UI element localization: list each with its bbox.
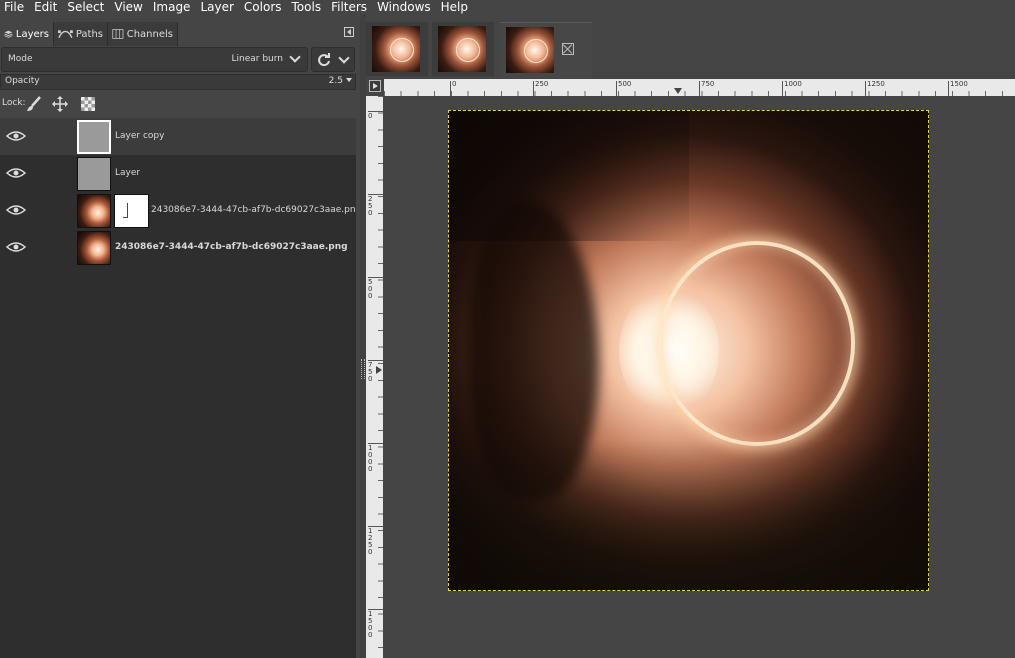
layer-row-layer-copy[interactable]: Layer copy xyxy=(0,118,356,155)
tab-layers-label: Layers xyxy=(15,28,49,40)
ruler-major-tick xyxy=(533,81,534,96)
image-tab-3-active[interactable] xyxy=(500,22,592,78)
lock-position-move-icon[interactable] xyxy=(52,96,68,112)
lock-alpha-checker-icon[interactable] xyxy=(80,96,96,112)
layer-name[interactable]: Layer copy xyxy=(115,131,164,141)
opacity-value[interactable]: 2.5 xyxy=(329,76,343,86)
eye-icon[interactable] xyxy=(6,167,26,179)
ruler-label: 1250 xyxy=(368,527,373,556)
image-tab-2[interactable] xyxy=(432,22,494,76)
spin-down-icon[interactable] xyxy=(346,78,352,82)
opacity-label: Opacity xyxy=(5,76,40,86)
ruler-label: 750 xyxy=(701,80,715,88)
image-tab-thumbnail xyxy=(438,26,486,72)
mode-value: Linear burn xyxy=(231,54,284,64)
splitter-grip-icon[interactable] xyxy=(361,359,365,379)
ruler-label: 500 xyxy=(368,278,373,300)
dock-tabs: Layers Paths Channels xyxy=(0,22,360,46)
image-vignette xyxy=(449,111,928,590)
layer-name[interactable]: 243086e7-3444-47cb-af7b-dc69027c3aae.png xyxy=(115,242,348,252)
eye-icon[interactable] xyxy=(6,241,26,253)
menu-help[interactable]: Help xyxy=(436,0,473,14)
chevron-down-icon xyxy=(289,51,301,63)
menu-layer[interactable]: Layer xyxy=(195,0,238,14)
tab-channels-label: Channels xyxy=(126,28,173,40)
mode-switch-button[interactable] xyxy=(311,47,355,72)
ruler-major-tick xyxy=(699,81,700,96)
ruler-label: 1500 xyxy=(950,80,968,88)
menu-file[interactable]: File xyxy=(0,0,29,14)
layer-thumbnail[interactable] xyxy=(77,120,111,154)
image-tabs xyxy=(366,22,1015,78)
chevron-down-icon xyxy=(338,52,350,64)
reset-mode-icon xyxy=(318,53,330,67)
channels-icon xyxy=(112,29,124,39)
opacity-spinscale[interactable]: Opacity 2.5 xyxy=(0,74,356,90)
ruler-label: 250 xyxy=(368,195,373,217)
menu-select[interactable]: Select xyxy=(62,0,109,14)
ruler-label: 1000 xyxy=(784,80,802,88)
horizontal-ruler: 0 250 500 750 1000 1250 1500 xyxy=(384,79,1015,96)
mode-label: Mode xyxy=(8,54,33,64)
lock-pixels-brush-icon[interactable] xyxy=(26,96,42,112)
ruler-label: 1000 xyxy=(368,444,373,473)
ruler-label: 500 xyxy=(618,80,632,88)
image-canvas[interactable] xyxy=(448,110,929,591)
quick-mask-toggle-icon[interactable] xyxy=(369,80,381,92)
dock-menu-icon[interactable] xyxy=(344,27,354,37)
vertical-ruler: 0 250 500 750 1000 1250 1500 xyxy=(366,96,383,658)
paths-icon xyxy=(58,30,73,39)
ruler-label: 0 xyxy=(368,112,373,120)
tab-paths-label: Paths xyxy=(75,28,103,40)
ruler-major-tick xyxy=(782,81,783,96)
layers-icon xyxy=(4,30,13,38)
image-tab-thumbnail xyxy=(372,26,420,72)
ruler-pointer-marker xyxy=(376,366,382,374)
menu-edit[interactable]: Edit xyxy=(29,0,62,14)
ruler-major-tick xyxy=(616,81,617,96)
eye-icon[interactable] xyxy=(6,204,26,216)
canvas-area: 0 250 500 750 1000 1250 1500 0 250 500 7… xyxy=(366,79,1015,658)
layers-dock: Layers Paths Channels Mode Linear burn O… xyxy=(0,14,360,658)
layer-row-layer[interactable]: Layer xyxy=(0,155,356,192)
ruler-major-tick xyxy=(948,81,949,96)
lock-label: Lock: xyxy=(2,98,26,108)
ruler-label: 750 xyxy=(368,361,373,383)
mode-row: Mode Linear burn xyxy=(0,46,356,73)
layer-name[interactable]: Layer xyxy=(115,168,140,178)
lock-row: Lock: xyxy=(0,94,356,114)
ruler-major-tick xyxy=(865,81,866,96)
layer-thumbnail[interactable] xyxy=(77,194,111,228)
ruler-label: 1250 xyxy=(867,80,885,88)
layer-thumbnail[interactable] xyxy=(77,231,111,265)
menu-tools[interactable]: Tools xyxy=(287,0,327,14)
layer-row-png[interactable]: 243086e7-3444-47cb-af7b-dc69027c3aae.png xyxy=(0,229,356,266)
menubar: File Edit Select View Image Layer Colors… xyxy=(0,0,1015,14)
tab-paths[interactable]: Paths xyxy=(54,22,108,46)
close-tab-icon[interactable] xyxy=(562,43,574,55)
ruler-label: 1500 xyxy=(368,610,373,639)
menu-filters[interactable]: Filters xyxy=(326,0,372,14)
tab-channels[interactable]: Channels xyxy=(108,22,178,46)
layer-name[interactable]: 243086e7-3444-47cb-af7b-dc69027c3aae.png… xyxy=(151,205,355,215)
image-tab-thumbnail xyxy=(506,27,554,73)
ruler-major-tick xyxy=(450,81,451,96)
ruler-pointer-marker xyxy=(674,88,682,94)
mode-dropdown[interactable]: Mode Linear burn xyxy=(1,47,308,72)
tab-layers[interactable]: Layers xyxy=(0,22,54,46)
ruler-label: 250 xyxy=(535,80,549,88)
menu-colors[interactable]: Colors xyxy=(239,0,287,14)
layer-thumbnail[interactable] xyxy=(77,157,111,191)
ruler-label: 0 xyxy=(452,80,457,88)
layer-mask-thumbnail[interactable] xyxy=(114,194,149,228)
layer-row-png-copy[interactable]: 243086e7-3444-47cb-af7b-dc69027c3aae.png… xyxy=(0,192,356,229)
menu-view[interactable]: View xyxy=(109,0,147,14)
layers-list: Layer copy Layer 243086e7-3444-47cb-af7b… xyxy=(0,118,356,658)
eye-icon[interactable] xyxy=(6,130,26,142)
menu-image[interactable]: Image xyxy=(148,0,196,14)
image-tab-1[interactable] xyxy=(366,22,428,76)
menu-windows[interactable]: Windows xyxy=(372,0,436,14)
